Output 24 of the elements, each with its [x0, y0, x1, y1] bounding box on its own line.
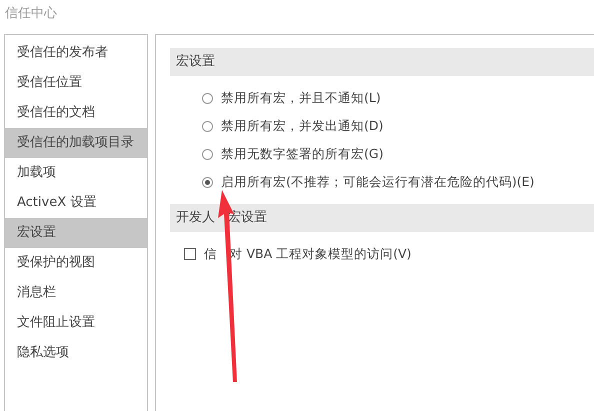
section-heading: 宏设置 [170, 48, 594, 76]
radio-button[interactable] [202, 148, 213, 160]
checkbox[interactable] [184, 248, 196, 260]
sidebar-item[interactable]: 加载项 [5, 158, 147, 188]
sidebar-item[interactable]: 隐私选项 [5, 338, 147, 368]
radio-label[interactable]: 启用所有宏(不推荐；可能会运行有潜在危险的代码)(E) [221, 174, 534, 190]
radio-button[interactable] [202, 176, 213, 188]
sidebar-item[interactable]: 消息栏 [5, 278, 147, 308]
radio-label[interactable]: 禁用无数字签署的所有宏(G) [221, 146, 384, 162]
radio-button[interactable] [202, 92, 213, 104]
sidebar-item[interactable]: 文件阻止设置 [5, 308, 147, 338]
sidebar-item[interactable]: 宏设置 [5, 218, 147, 248]
sidebar-item[interactable]: ActiveX 设置 [5, 188, 147, 218]
window-title: 信任中心 [4, 5, 58, 23]
sidebar-item[interactable]: 受信任位置 [5, 68, 147, 98]
sidebar-item[interactable]: 受信任的发布者 [5, 38, 147, 68]
sidebar-item[interactable]: 受信任的文档 [5, 98, 147, 128]
radio-button[interactable] [202, 120, 213, 132]
radio-label[interactable]: 禁用所有宏，并发出通知(D) [221, 118, 384, 134]
checkbox-label[interactable]: 信 [204, 246, 217, 262]
radio-label[interactable]: 禁用所有宏，并且不通知(L) [221, 90, 381, 106]
section-heading: 开发人 [176, 209, 215, 227]
sidebar-item[interactable]: 受信任的加载项目录 [5, 128, 147, 158]
sidebar-item[interactable]: 受保护的视图 [5, 248, 147, 278]
